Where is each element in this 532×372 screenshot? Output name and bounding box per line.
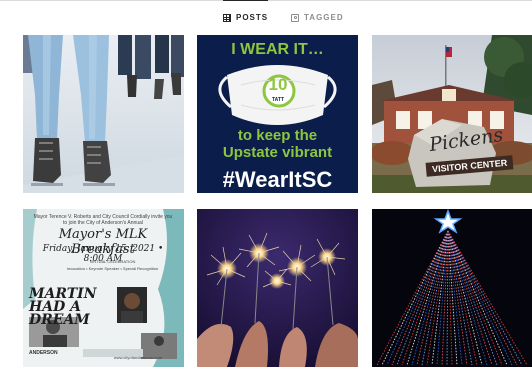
tab-posts[interactable]: POSTS [223, 0, 269, 22]
wear-line-2: Upstate vibrant [222, 144, 333, 161]
wear-hashtag: #WearItSC [222, 167, 333, 192]
ice-skating-image [23, 35, 184, 193]
wear-line: to keep the Upstate vibrant [197, 127, 358, 161]
post-ice-skating[interactable] [23, 35, 184, 193]
post-pickens-visitor-center[interactable]: Pickens VISITOR CENTER [372, 35, 532, 193]
sparklers-photo [197, 209, 358, 367]
tab-tagged[interactable]: TAGGED [291, 13, 344, 22]
post-sparklers[interactable] [197, 209, 358, 367]
wear-line-1: to keep the [237, 127, 318, 144]
wear-headline: I WEAR IT… [231, 41, 324, 58]
flyer-details: Invocation • Keynote Speaker • Special R… [66, 266, 159, 271]
profile-tabs: POSTS TAGGED [0, 0, 532, 32]
flyer-footer: www.cityofandersonsc.com [113, 355, 163, 360]
mask-badge: TATT [271, 97, 285, 103]
flyer-virtual: VIRTUAL CELEBRATION [89, 259, 136, 264]
mask-number: 10 [268, 75, 288, 94]
christmas-tree-photo [372, 209, 532, 367]
post-wear-it[interactable]: I WEAR IT… 10 TATT to keep the Upstate v… [197, 35, 358, 193]
post-mlk-breakfast[interactable]: Mayor Terence V. Roberts and City Counci… [23, 209, 184, 367]
flyer-header: Mayor Terence V. Roberts and City Counci… [33, 214, 173, 226]
tab-tagged-label: TAGGED [304, 13, 344, 22]
tag-icon [291, 13, 299, 22]
post-christmas-tree[interactable] [372, 209, 532, 367]
flyer-quote: MARTIN HAD A DREAM [29, 286, 97, 328]
grid-icon [223, 13, 231, 22]
tab-posts-label: POSTS [236, 13, 269, 22]
flyer-logo: ANDERSON [29, 350, 58, 356]
